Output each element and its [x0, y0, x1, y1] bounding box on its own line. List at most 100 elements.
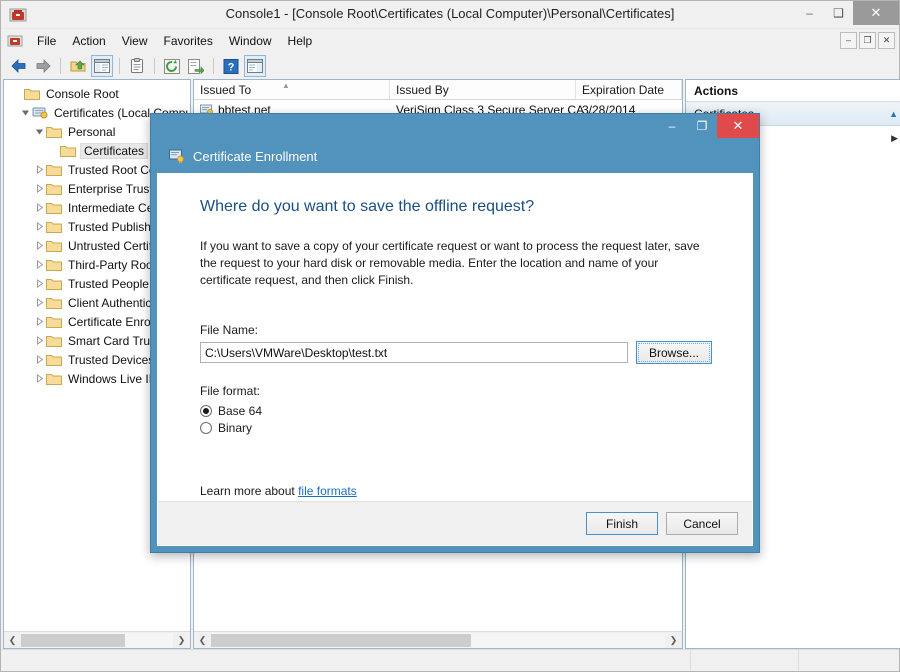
twisty-collapsed-icon[interactable] [32, 258, 46, 272]
export-list-icon[interactable] [185, 55, 207, 77]
menu-file[interactable]: File [29, 31, 64, 51]
dialog-close-button[interactable]: ✕ [717, 114, 759, 138]
file-name-input[interactable] [200, 342, 628, 363]
scroll-thumb[interactable] [21, 633, 125, 647]
scroll-thumb[interactable] [211, 633, 471, 647]
dialog-minimize-button[interactable]: – [657, 114, 687, 138]
dialog-body: Where do you want to save the offline re… [157, 173, 753, 546]
mdi-close-button[interactable]: ✕ [878, 32, 895, 49]
dialog-maximize-button[interactable]: ❐ [687, 114, 717, 138]
radio-binary[interactable]: Binary [200, 419, 712, 436]
refresh-icon[interactable] [161, 55, 183, 77]
chevron-right-icon[interactable]: ▶ [891, 133, 898, 144]
window-title: Console1 - [Console Root\Certificates (L… [225, 6, 675, 21]
back-icon[interactable] [8, 55, 30, 77]
window-controls: – ❑ ✕ [795, 1, 899, 29]
tree-node-label: Certificates [80, 142, 149, 159]
toolbar-separator-4 [213, 58, 214, 74]
page-title: Where do you want to save the offline re… [200, 198, 535, 215]
folder-icon [46, 163, 62, 177]
scroll-left-icon[interactable]: ❮ [4, 632, 21, 648]
window-minimize-button[interactable]: – [795, 1, 824, 25]
tree-horizontal-scrollbar[interactable]: ❮ ❯ [4, 631, 190, 648]
radio-base64[interactable]: Base 64 [200, 402, 712, 419]
folder-icon [46, 201, 62, 215]
radio-label: Base 64 [218, 403, 263, 418]
file-format-label: File format: [200, 384, 261, 398]
menu-help[interactable]: Help [280, 31, 321, 51]
dialog-title: Certificate Enrollment [193, 149, 318, 164]
forward-icon[interactable] [32, 55, 54, 77]
statusbar [1, 649, 899, 671]
folder-icon [46, 353, 62, 367]
browse-button[interactable]: Browse... [635, 341, 712, 364]
mdi-minimize-button[interactable]: – [840, 32, 857, 49]
twisty-collapsed-icon[interactable] [32, 201, 46, 215]
list-horizontal-scrollbar[interactable]: ❮ ❯ [194, 631, 682, 648]
twisty-collapsed-icon[interactable] [32, 182, 46, 196]
show-hide-console-tree-icon[interactable] [91, 55, 113, 77]
console-icon-small [7, 33, 23, 49]
certificate-enrollment-icon [169, 149, 185, 164]
tree-node-label: Trusted Publishe [68, 219, 158, 234]
dialog-header: Certificate Enrollment [151, 140, 759, 173]
tree-node-label: Trusted People [68, 276, 149, 291]
properties-icon[interactable] [126, 55, 148, 77]
tree-node-label: Trusted Devices [68, 352, 155, 367]
mdi-restore-button[interactable]: ❐ [859, 32, 876, 49]
column-header-label: Expiration Date [582, 82, 665, 97]
menu-action[interactable]: Action [64, 31, 113, 51]
dialog-titlebar: – ❐ ✕ [151, 114, 759, 140]
column-header-issued-to[interactable]: Issued To ▲ [194, 80, 390, 99]
folder-icon [46, 239, 62, 253]
column-header-issued-by[interactable]: Issued By [390, 80, 576, 99]
cancel-button[interactable]: Cancel [666, 512, 738, 535]
toolbar: ? [1, 53, 899, 79]
window-close-button[interactable]: ✕ [853, 1, 899, 25]
tree-node-label: Personal [68, 124, 116, 139]
tree-node-label: Intermediate Cer [68, 200, 158, 215]
scroll-right-icon[interactable]: ❯ [173, 632, 190, 648]
menu-view[interactable]: View [114, 31, 156, 51]
radio-label: Binary [218, 420, 253, 435]
scroll-track[interactable] [211, 632, 665, 648]
up-one-level-icon[interactable] [67, 55, 89, 77]
column-header-label: Issued To [200, 82, 252, 97]
radio-button-icon[interactable] [200, 421, 212, 434]
menu-favorites[interactable]: Favorites [156, 31, 221, 51]
toolbar-separator-3 [154, 58, 155, 74]
twisty-collapsed-icon[interactable] [32, 239, 46, 253]
twisty-collapsed-icon[interactable] [32, 372, 46, 386]
file-formats-link[interactable]: file formats [298, 484, 357, 498]
tree-node-label: Enterprise Trust [68, 181, 153, 196]
twisty-collapsed-icon[interactable] [32, 353, 46, 367]
scroll-left-icon[interactable]: ❮ [194, 632, 211, 648]
show-hide-action-pane-icon[interactable] [244, 55, 266, 77]
finish-button[interactable]: Finish [586, 512, 658, 535]
tree-node-console-root[interactable]: Console Root [8, 84, 190, 103]
radio-button-icon[interactable] [200, 404, 212, 417]
twisty-collapsed-icon[interactable] [32, 315, 46, 329]
chevron-up-icon[interactable]: ▲ [889, 109, 898, 119]
twisty-collapsed-icon[interactable] [32, 277, 46, 291]
twisty-collapsed-icon[interactable] [32, 220, 46, 234]
twisty-expanded-icon[interactable] [18, 106, 32, 120]
toolbar-separator-2 [119, 58, 120, 74]
window-titlebar: Console1 - [Console Root\Certificates (L… [1, 1, 899, 29]
scroll-right-icon[interactable]: ❯ [665, 632, 682, 648]
twisty-collapsed-icon[interactable] [32, 296, 46, 310]
tree-node-label: Client Authentic [68, 295, 152, 310]
twisty-collapsed-icon[interactable] [32, 334, 46, 348]
statusbar-segment-2 [799, 650, 899, 671]
column-header-expiration-date[interactable]: Expiration Date [576, 80, 682, 99]
menu-window[interactable]: Window [221, 31, 280, 51]
twisty-collapsed-icon[interactable] [32, 163, 46, 177]
scroll-track[interactable] [21, 632, 173, 648]
folder-icon [60, 144, 76, 158]
dialog-window-controls: – ❐ ✕ [657, 114, 759, 138]
toolbar-separator-1 [60, 58, 61, 74]
help-icon[interactable]: ? [220, 55, 242, 77]
window-maximize-button[interactable]: ❑ [824, 1, 853, 25]
learn-more-row: Learn more about file formats [200, 484, 712, 498]
twisty-expanded-icon[interactable] [32, 125, 46, 139]
